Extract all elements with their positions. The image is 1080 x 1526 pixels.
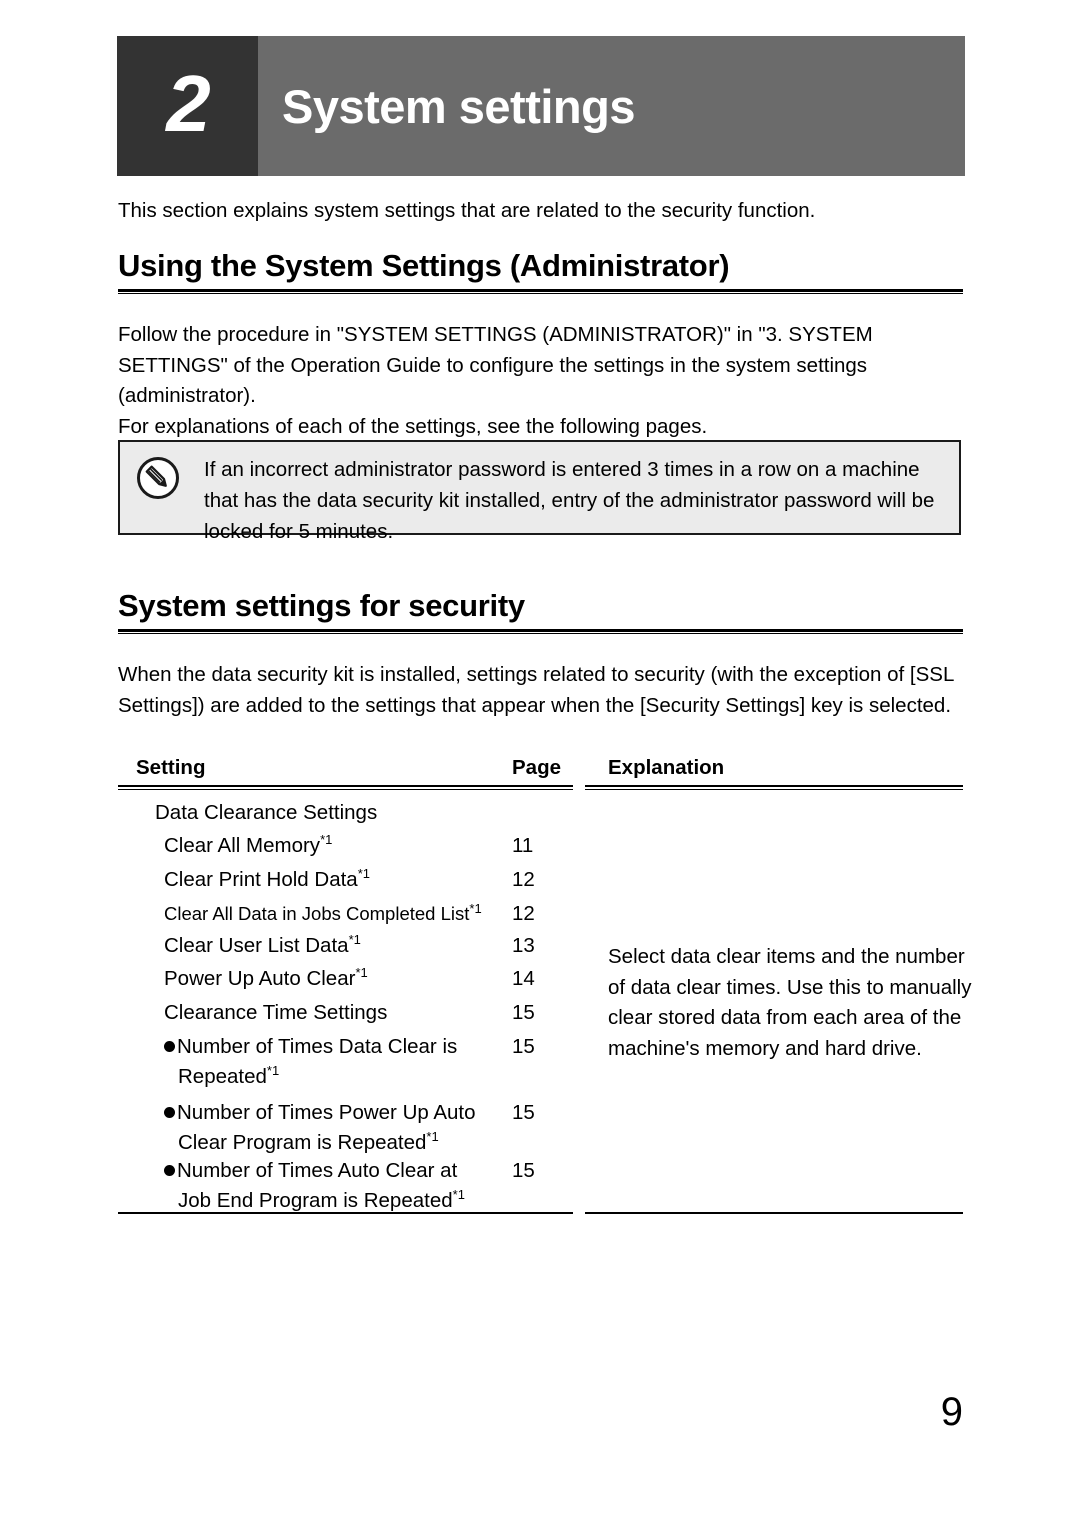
table-row-page-number: 15 bbox=[512, 1101, 535, 1124]
pencil-note-icon bbox=[137, 457, 179, 499]
table-explanation-cell: Select data clear items and the number o… bbox=[608, 945, 972, 1060]
table-row: Number of Times Auto Clear at Job End Pro… bbox=[118, 1156, 573, 1212]
table-header-rule-left bbox=[118, 785, 573, 790]
table-header-explanation: Explanation bbox=[608, 756, 725, 779]
table-row: Number of Times Data Clear is Repeated*1 1… bbox=[118, 1032, 573, 1088]
table-row-setting-label: Number of Times Power Up Auto Clear Progr… bbox=[164, 1098, 476, 1158]
note-box: If an incorrect administrator password i… bbox=[118, 440, 961, 543]
table-row-setting-label: Number of Times Auto Clear at Job End Pro… bbox=[164, 1156, 465, 1216]
table-row: Clear Print Hold Data*1 12 bbox=[118, 865, 573, 898]
table-header-rule-right bbox=[585, 785, 963, 790]
table-row: Power Up Auto Clear*1 14 bbox=[118, 964, 573, 997]
heading-rule bbox=[118, 629, 963, 634]
table-row-setting-label: Clear User List Data*1 bbox=[164, 932, 361, 957]
section-heading-administrator-label: Using the System Settings (Administrator… bbox=[118, 248, 730, 283]
table-row-setting-label: Clear Print Hold Data*1 bbox=[164, 866, 370, 891]
table-footer-rule-left bbox=[118, 1212, 573, 1214]
table-row-page-number: 11 bbox=[512, 834, 534, 857]
table-row-setting-label: Clearance Time Settings bbox=[164, 1001, 388, 1024]
table-row-setting-label: Power Up Auto Clear*1 bbox=[164, 965, 368, 990]
table-row: Clear All Memory*1 11 bbox=[118, 831, 573, 864]
chapter-title: System settings bbox=[282, 79, 635, 133]
intro-text: This section explains system settings th… bbox=[118, 199, 816, 222]
bullet-icon bbox=[164, 1165, 175, 1176]
chapter-number: 2 bbox=[166, 59, 210, 148]
note-text: If an incorrect administrator password i… bbox=[204, 458, 935, 543]
table-row-page-number: 15 bbox=[512, 1035, 535, 1058]
table-row-setting-label: Clear All Memory*1 bbox=[164, 832, 333, 857]
table-row-page-number: 15 bbox=[512, 1001, 535, 1024]
table-row: Number of Times Power Up Auto Clear Progr… bbox=[118, 1098, 573, 1154]
table-row-page-number: 12 bbox=[512, 868, 535, 891]
document-page: 2 System settings This section explains … bbox=[0, 0, 1080, 1526]
table-row-page-number: 13 bbox=[512, 934, 535, 957]
table-row-page-number: 15 bbox=[512, 1159, 535, 1182]
table-row: Clearance Time Settings 15 bbox=[118, 998, 573, 1031]
bullet-icon bbox=[164, 1107, 175, 1118]
table-row: Clear All Data in Jobs Completed List*1 1… bbox=[118, 899, 573, 932]
table-row: Data Clearance Settings bbox=[118, 798, 573, 831]
table-header-setting: Setting bbox=[136, 756, 206, 779]
chapter-number-block: 2 bbox=[117, 36, 258, 176]
page-number: 9 bbox=[940, 1390, 963, 1434]
table-row-setting-label: Clear All Data in Jobs Completed List*1 bbox=[164, 900, 482, 924]
table-row-setting-label: Data Clearance Settings bbox=[155, 801, 378, 824]
section-heading-administrator: Using the System Settings (Administrator… bbox=[118, 248, 963, 294]
table-row-page-number: 12 bbox=[512, 902, 535, 925]
table-row: Clear User List Data*1 13 bbox=[118, 931, 573, 964]
section-heading-security: System settings for security bbox=[118, 588, 963, 634]
chapter-banner: 2 System settings bbox=[117, 36, 965, 176]
table-footer-rule-right bbox=[585, 1212, 963, 1214]
table-row-page-number: 14 bbox=[512, 967, 535, 990]
section-heading-security-label: System settings for security bbox=[118, 588, 525, 623]
paragraph-follow-procedure: Follow the procedure in "SYSTEM SETTINGS… bbox=[118, 323, 873, 438]
table-row-setting-label: Number of Times Data Clear is Repeated*1 bbox=[164, 1032, 457, 1092]
paragraph-when-installed: When the data security kit is installed,… bbox=[118, 663, 954, 717]
table-header-page: Page bbox=[512, 756, 561, 779]
heading-rule bbox=[118, 289, 963, 294]
bullet-icon bbox=[164, 1041, 175, 1052]
